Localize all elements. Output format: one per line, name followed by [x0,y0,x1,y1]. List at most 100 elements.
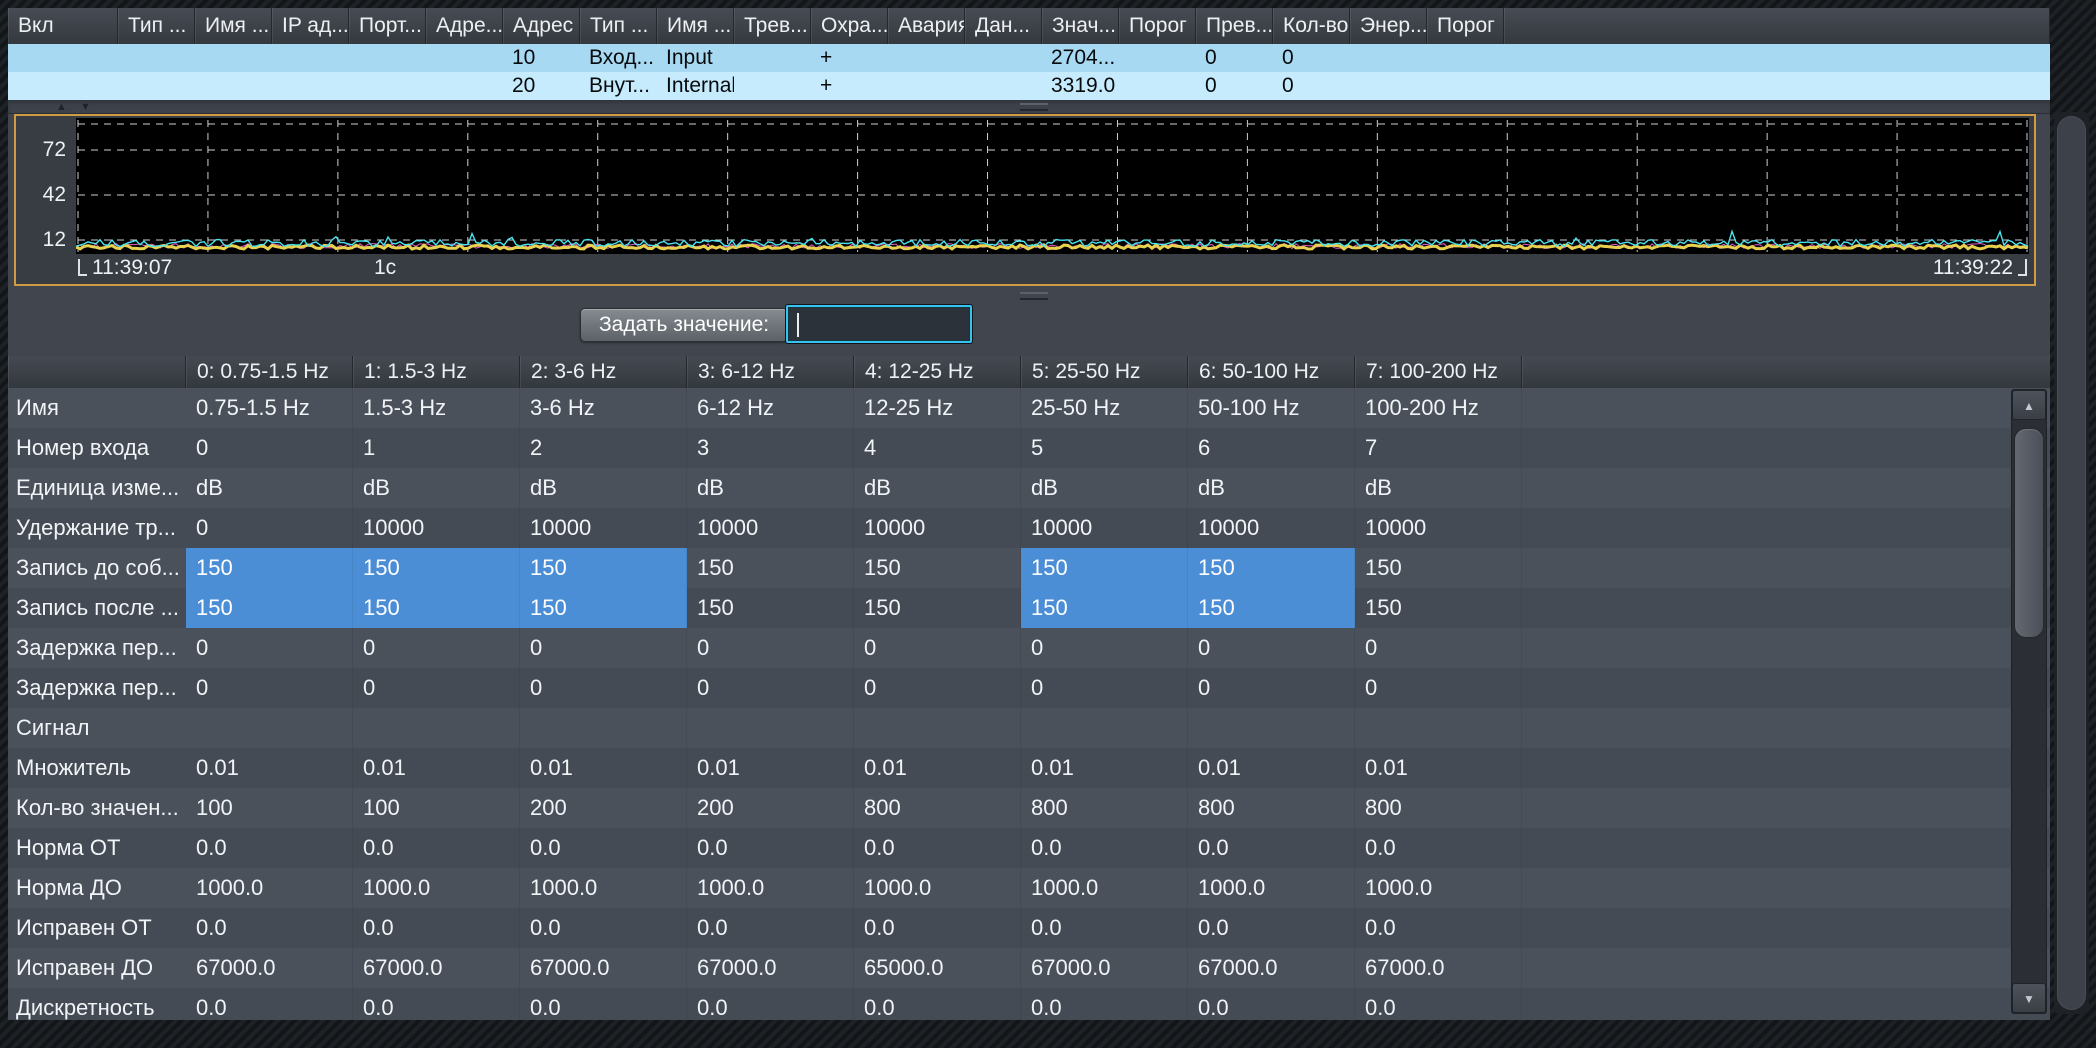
param-cell[interactable]: 67000.0 [1188,948,1355,988]
param-cell[interactable]: 0 [1355,668,1522,708]
column-header[interactable]: Вкл [8,8,118,44]
device-cell[interactable] [272,44,349,72]
row-label[interactable]: Номер входа [8,428,186,468]
device-cell[interactable] [965,72,1042,100]
param-cell[interactable]: 800 [1355,788,1522,828]
column-header[interactable]: IP ад... [272,8,349,44]
param-cell[interactable]: 0 [687,628,854,668]
param-cell[interactable]: 6-12 Hz [687,388,854,428]
device-cell[interactable]: + [811,72,888,100]
param-cell[interactable]: 0.01 [687,748,854,788]
param-cell[interactable]: 0.0 [1355,828,1522,868]
device-cell[interactable] [734,44,811,72]
column-header[interactable]: Порог [1119,8,1196,44]
param-cell[interactable] [687,708,854,748]
freq-column-header[interactable]: 1: 1.5-3 Hz [353,356,520,388]
param-cell[interactable] [854,708,1021,748]
param-cell[interactable]: 67000.0 [687,948,854,988]
param-cell[interactable]: 0.0 [1021,988,1188,1020]
param-cell[interactable]: 150 [1188,548,1355,588]
param-cell[interactable]: 67000.0 [1021,948,1188,988]
param-cell[interactable]: 150 [687,548,854,588]
param-cell[interactable] [520,708,687,748]
param-cell[interactable]: 1000.0 [854,868,1021,908]
param-cell[interactable]: 1000.0 [1355,868,1522,908]
scroll-up-icon[interactable]: ▲ [56,100,67,114]
param-cell[interactable]: 0 [687,668,854,708]
device-cell[interactable] [349,72,426,100]
param-cell[interactable]: 0.0 [353,828,520,868]
device-cell[interactable]: 0 [1196,44,1273,72]
param-cell[interactable]: 10000 [520,508,687,548]
param-cell[interactable]: 10000 [1355,508,1522,548]
param-cell[interactable]: 0 [353,628,520,668]
device-cell[interactable] [1350,44,1427,72]
row-label[interactable]: Запись после ... [8,588,186,628]
column-header[interactable]: Тип ... [118,8,195,44]
param-cell[interactable]: 65000.0 [854,948,1021,988]
param-cell[interactable]: 10000 [1021,508,1188,548]
param-cell[interactable]: 0.0 [353,908,520,948]
param-cell[interactable]: 10000 [854,508,1021,548]
device-row[interactable]: 10Вход...Input+2704...00 [8,44,2050,72]
param-cell[interactable]: 0 [854,628,1021,668]
set-value-button[interactable]: Задать значение: [580,308,788,342]
column-header[interactable]: Порт... [349,8,426,44]
freq-column-header[interactable]: 3: 6-12 Hz [687,356,854,388]
device-cell[interactable] [965,44,1042,72]
param-cell[interactable]: 150 [186,548,353,588]
device-cell[interactable]: 10 [503,44,580,72]
window-scrollbar-track[interactable] [2054,112,2089,1014]
device-cell[interactable] [272,72,349,100]
param-cell[interactable]: dB [1188,468,1355,508]
param-cell[interactable]: 0.0 [1188,908,1355,948]
scroll-down-button[interactable]: ▼ [2012,983,2046,1013]
param-cell[interactable]: 150 [186,588,353,628]
scroll-up-button[interactable]: ▲ [2012,390,2046,420]
row-label[interactable]: Запись до соб... [8,548,186,588]
scroll-down-icon[interactable]: ▼ [80,100,91,114]
device-cell[interactable] [118,44,195,72]
param-cell[interactable]: 0.0 [1355,908,1522,948]
param-cell[interactable]: 0 [353,668,520,708]
param-cell[interactable]: 150 [687,588,854,628]
column-header[interactable]: Тип ... [580,8,657,44]
param-cell[interactable]: 0 [186,508,353,548]
device-cell[interactable] [1427,44,1504,72]
device-cell[interactable]: 20 [503,72,580,100]
param-cell[interactable] [353,708,520,748]
column-header[interactable]: Порог [1427,8,1504,44]
row-label[interactable]: Исправен ОТ [8,908,186,948]
param-cell[interactable] [186,708,353,748]
param-cell[interactable]: 4 [854,428,1021,468]
column-header[interactable]: Адре... [426,8,503,44]
param-cell[interactable]: 10000 [687,508,854,548]
param-cell[interactable]: 0.0 [1021,908,1188,948]
freq-column-header[interactable]: 7: 100-200 Hz [1355,356,1522,388]
param-cell[interactable]: 0.01 [520,748,687,788]
param-cell[interactable]: 25-50 Hz [1021,388,1188,428]
param-cell[interactable]: 0 [186,428,353,468]
param-cell[interactable]: 0 [1021,668,1188,708]
device-cell[interactable]: Input [657,44,734,72]
param-cell[interactable]: dB [1021,468,1188,508]
freq-column-header[interactable]: 6: 50-100 Hz [1188,356,1355,388]
param-cell[interactable]: 800 [1188,788,1355,828]
param-cell[interactable]: 0.01 [186,748,353,788]
param-cell[interactable]: 2 [520,428,687,468]
param-cell[interactable]: 0.0 [687,908,854,948]
param-cell[interactable]: 0.0 [186,908,353,948]
device-cell[interactable]: + [811,44,888,72]
param-cell[interactable]: 150 [520,588,687,628]
param-cell[interactable]: 0 [186,668,353,708]
freq-column-header[interactable]: 0: 0.75-1.5 Hz [186,356,353,388]
column-header[interactable]: Знач... [1042,8,1119,44]
device-cell[interactable]: 0 [1273,72,1350,100]
param-cell[interactable]: 0.01 [1021,748,1188,788]
device-cell[interactable]: 3319.0 [1042,72,1119,100]
param-cell[interactable]: 150 [1021,548,1188,588]
device-cell[interactable] [426,72,503,100]
param-cell[interactable]: 0.01 [1188,748,1355,788]
param-cell[interactable]: 3 [687,428,854,468]
device-cell[interactable]: Internal [657,72,734,100]
